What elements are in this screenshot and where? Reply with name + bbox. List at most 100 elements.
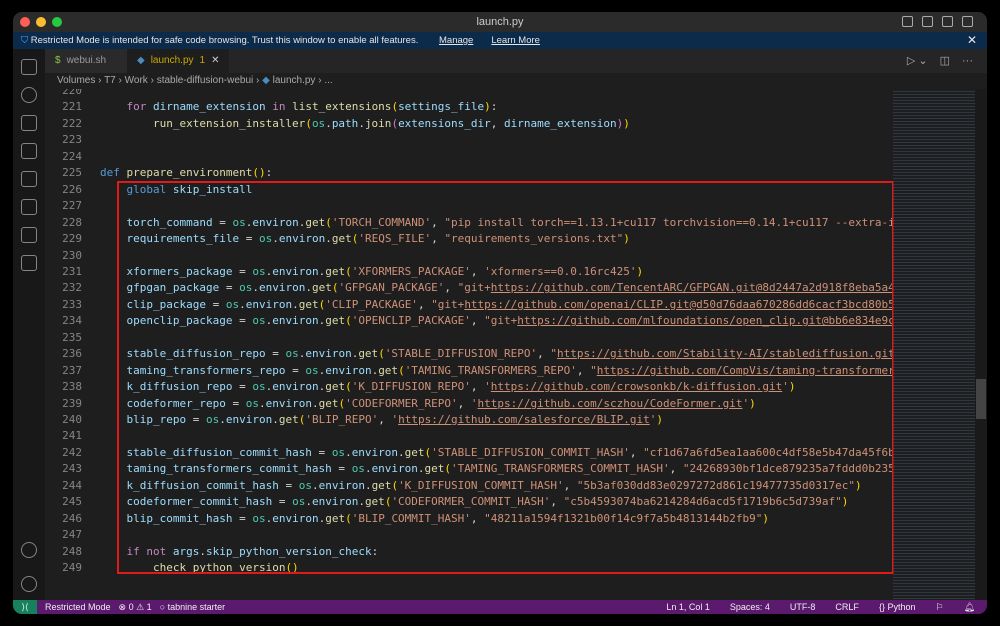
more-actions-icon[interactable]: ··· — [962, 49, 973, 73]
toggle-sidebar-icon[interactable] — [902, 16, 913, 27]
encoding[interactable]: UTF-8 — [790, 600, 816, 614]
code-token: ) — [484, 100, 491, 114]
scrollbar-thumb[interactable] — [976, 379, 986, 419]
close-window-button[interactable] — [20, 17, 30, 27]
line-number: 220 — [62, 89, 82, 97]
line-number: 244 — [62, 478, 82, 492]
code-line[interactable]: 220 — [45, 89, 100, 99]
breadcrumb-item[interactable]: ... — [324, 75, 332, 86]
tab-launch-py[interactable]: ◆ launch.py 1 ✕ — [127, 49, 230, 73]
editor-tabs: $ webui.sh ◆ launch.py 1 ✕ ▷ ⌄ ◫ ··· — [45, 49, 987, 73]
line-number: 247 — [62, 528, 82, 542]
line-number: 226 — [62, 182, 82, 196]
feedback-icon[interactable]: ⚐ — [935, 600, 943, 614]
code-token: os — [311, 116, 326, 130]
restricted-mode-status[interactable]: Restricted Mode — [45, 600, 111, 614]
code-token: dirname_extension — [504, 116, 617, 130]
line-number: 233 — [62, 297, 82, 311]
highlight-box — [117, 181, 894, 574]
toggle-panel-icon[interactable] — [922, 16, 933, 27]
breadcrumb: Volumes › T7 › Work › stable-diffusion-w… — [57, 75, 333, 86]
breadcrumb-item[interactable]: T7 — [104, 75, 116, 86]
cursor-position[interactable]: Ln 1, Col 1 — [666, 600, 710, 614]
code-token: def — [100, 166, 120, 180]
line-number: 231 — [62, 264, 82, 278]
banner-text: Restricted Mode is intended for safe cod… — [30, 35, 419, 46]
breadcrumb-item[interactable]: launch.py — [273, 75, 316, 86]
line-number: 237 — [62, 363, 82, 377]
line-number: 225 — [62, 166, 82, 180]
breadcrumb-item[interactable]: Volumes — [57, 75, 95, 86]
tab-webui-sh[interactable]: $ webui.sh — [45, 49, 127, 73]
run-debug-icon[interactable] — [21, 143, 37, 159]
line-ending[interactable]: CRLF — [835, 600, 859, 614]
line-number: 248 — [62, 544, 82, 558]
line-number: 222 — [62, 116, 82, 130]
customize-layout-icon[interactable] — [962, 16, 973, 27]
code-token: : — [265, 166, 273, 180]
code-token: . — [358, 116, 365, 130]
code-line[interactable]: 224 — [45, 149, 100, 165]
code-token: . — [325, 116, 332, 130]
line-number: 234 — [62, 314, 82, 328]
minimize-window-button[interactable] — [36, 17, 46, 27]
split-editor-icon[interactable]: ◫ — [940, 49, 950, 73]
window-title: launch.py — [476, 16, 524, 28]
testing-icon[interactable] — [21, 227, 37, 243]
code-token: join — [364, 116, 392, 130]
tabnine-status[interactable]: ○ tabnine starter — [160, 600, 225, 614]
line-number: 240 — [62, 413, 82, 426]
code-token: path — [331, 116, 359, 130]
tab-label: webui.sh — [66, 55, 107, 66]
language-mode[interactable]: {} Python — [879, 600, 916, 614]
gear-icon[interactable] — [21, 576, 37, 592]
line-number: 249 — [62, 561, 82, 575]
code-token: list_extensions — [292, 100, 392, 114]
code-line[interactable]: 223 — [45, 132, 100, 148]
code-line[interactable]: 221 for dirname_extension in list_extens… — [45, 99, 497, 115]
breadcrumb-item[interactable]: stable-diffusion-webui — [157, 75, 254, 86]
code-token: in — [272, 100, 286, 114]
remote-icon[interactable]: ⟩⟨ — [13, 600, 37, 614]
docker-icon[interactable] — [21, 255, 37, 271]
remote-explorer-icon[interactable] — [21, 199, 37, 215]
line-number: 221 — [62, 100, 82, 114]
run-icon[interactable]: ▷ ⌄ — [907, 49, 928, 73]
code-line[interactable]: 227 — [45, 198, 100, 214]
code-line[interactable]: 235 — [45, 330, 100, 346]
close-tab-icon[interactable]: ✕ — [211, 49, 219, 73]
vertical-scrollbar[interactable] — [975, 89, 987, 600]
toggle-secondary-sidebar-icon[interactable] — [942, 16, 953, 27]
account-icon[interactable] — [21, 542, 37, 558]
problems-status[interactable]: ⊗ 0 ⚠ 1 — [119, 600, 152, 614]
code-token: run_extension_installer — [152, 116, 306, 130]
line-number: 243 — [62, 462, 82, 476]
search-icon[interactable] — [21, 87, 37, 103]
code-line[interactable]: 241 — [45, 428, 100, 444]
code-line[interactable]: 222 run_extension_installer(os.path.join… — [45, 116, 630, 132]
code-line[interactable]: 247 — [45, 527, 100, 543]
maximize-window-button[interactable] — [52, 17, 62, 27]
indentation[interactable]: Spaces: 4 — [730, 600, 770, 614]
extensions-icon[interactable] — [21, 171, 37, 187]
code-line[interactable]: 230 — [45, 248, 100, 264]
code-token: extensions_dir — [398, 116, 491, 130]
code-token: : — [490, 100, 498, 114]
source-control-icon[interactable] — [21, 115, 37, 131]
breadcrumb-item[interactable]: Work — [125, 75, 148, 86]
code-token: ) — [623, 116, 630, 130]
learn-more-link[interactable]: Learn More — [491, 35, 540, 46]
code-line[interactable]: 225 def prepare_environment(): — [45, 165, 272, 181]
close-icon[interactable]: ✕ — [967, 32, 977, 49]
shell-file-icon: $ — [55, 55, 61, 66]
explorer-icon[interactable] — [21, 59, 37, 75]
line-number: 246 — [62, 511, 82, 525]
minimap[interactable] — [893, 89, 975, 600]
bell-icon[interactable]: 🔔︎ — [964, 600, 975, 614]
manage-link[interactable]: Manage — [439, 35, 473, 46]
restricted-mode-banner: ⛉ Restricted Mode is intended for safe c… — [13, 32, 987, 49]
line-number: 235 — [62, 330, 82, 344]
